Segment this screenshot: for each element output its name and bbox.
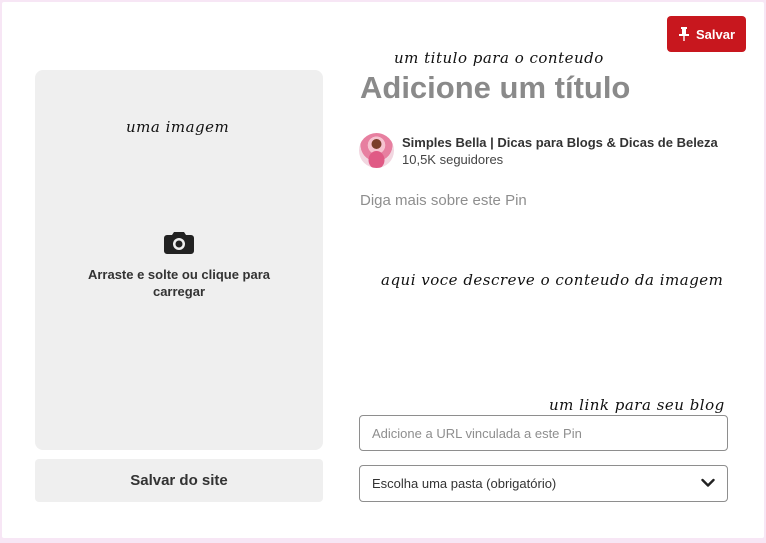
profile-name: Simples Bella | Dicas para Blogs & Dicas… — [402, 135, 718, 150]
description-input[interactable]: Diga mais sobre este Pin — [360, 192, 720, 216]
title-annotation: um titulo para o conteudo — [394, 49, 604, 67]
chevron-down-icon — [701, 478, 715, 487]
save-label: Salvar — [695, 26, 736, 42]
board-select[interactable]: Escolha uma pasta (obrigatório) — [359, 465, 728, 502]
image-annotation: uma imagem — [126, 118, 230, 136]
destination-url-input[interactable]: Adicione a URL vinculada a este Pin — [359, 415, 728, 451]
camera-icon — [164, 232, 194, 254]
upload-hint: Arraste e solte ou clique para carregar — [87, 267, 271, 299]
pin-icon — [678, 27, 689, 41]
pin-title-input[interactable]: Adicione um título — [360, 70, 630, 106]
follower-count: 10,5K seguidores — [402, 152, 504, 167]
description-annotation: aqui voce descreve o conteudo da imagem — [381, 271, 724, 289]
avatar — [359, 133, 394, 168]
save-button[interactable]: Salvar — [667, 16, 746, 52]
board-select-value: Escolha uma pasta (obrigatório) — [372, 476, 557, 491]
link-annotation: um link para seu blog — [549, 396, 725, 414]
save-from-site-button[interactable]: Salvar do site — [35, 459, 323, 502]
